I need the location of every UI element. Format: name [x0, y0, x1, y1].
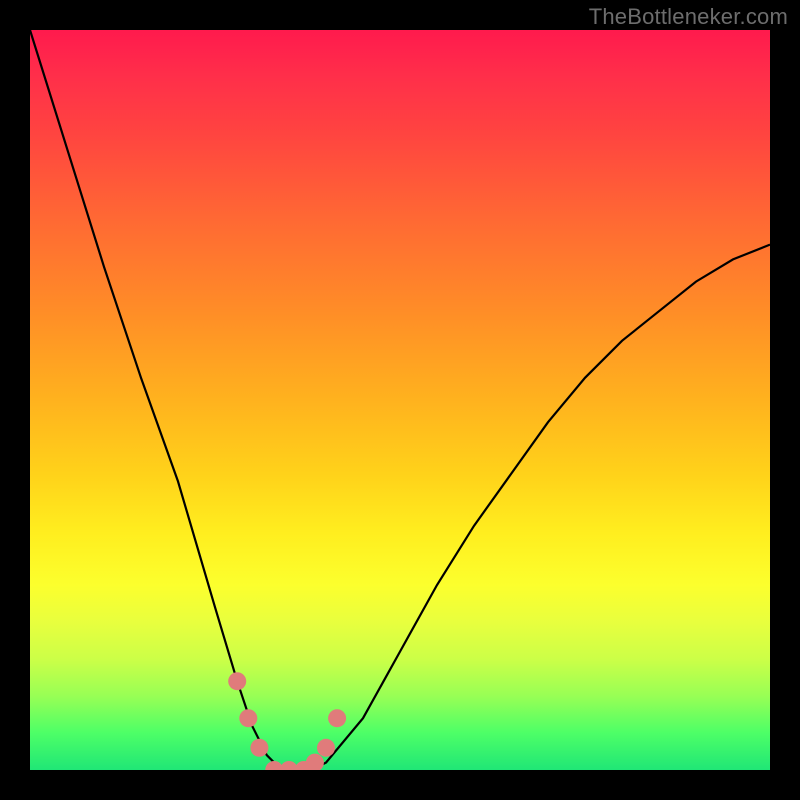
marker-dot	[228, 672, 246, 690]
marker-dot	[328, 709, 346, 727]
bottleneck-curve	[30, 30, 770, 770]
curve-layer	[30, 30, 770, 770]
marker-dot	[250, 739, 268, 757]
marker-dot	[306, 754, 324, 770]
flat-zone-dots	[228, 672, 346, 770]
plot-area	[30, 30, 770, 770]
chart-frame: TheBottleneker.com	[0, 0, 800, 800]
attribution-label: TheBottleneker.com	[589, 4, 788, 30]
marker-dot	[317, 739, 335, 757]
marker-dot	[239, 709, 257, 727]
